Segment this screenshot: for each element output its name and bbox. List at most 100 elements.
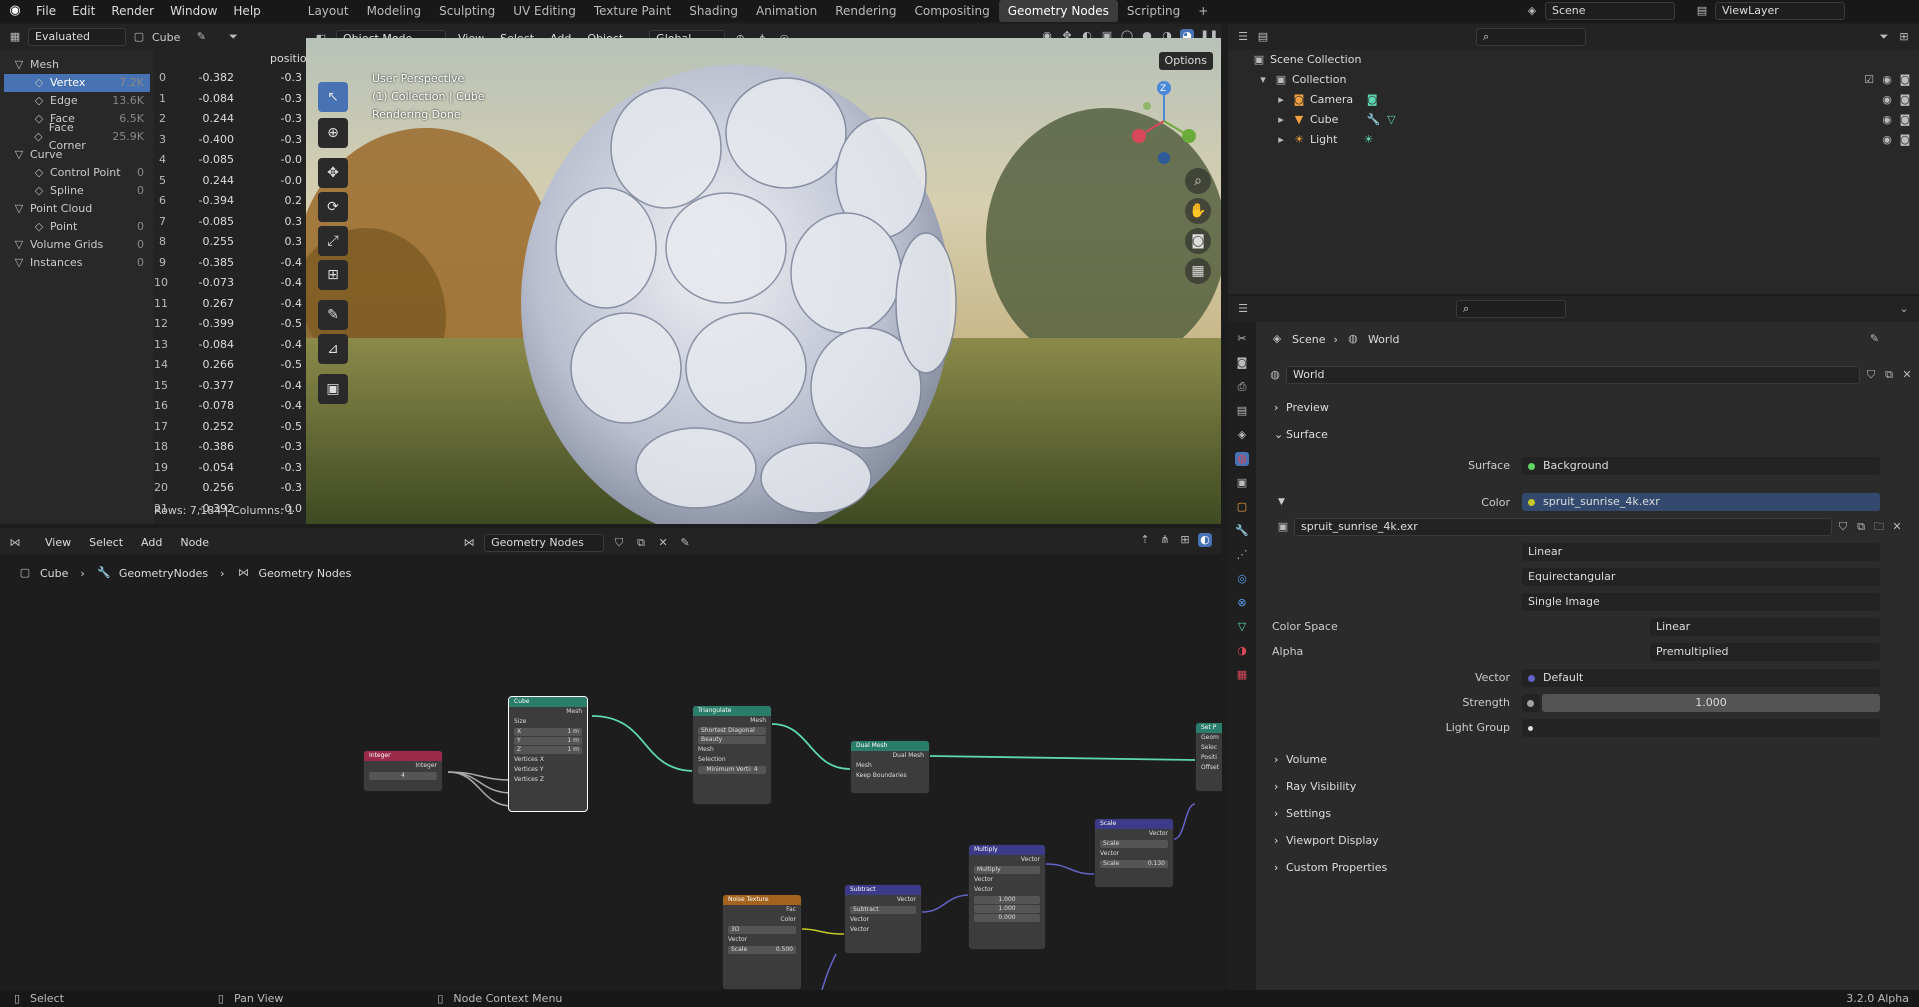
zoom-icon[interactable]: ⌕ <box>1185 168 1211 194</box>
triangulate-node[interactable]: Triangulate Mesh Shortest Diagonal Beaut… <box>692 705 772 805</box>
particles-tab-icon[interactable]: ⋰ <box>1235 548 1249 562</box>
tab-shading[interactable]: Shading <box>680 0 747 22</box>
domain-vertex[interactable]: ◇ Vertex 7.2K <box>4 74 150 92</box>
section-preview[interactable]: › Preview <box>1268 397 1908 419</box>
noise-dimensions-dropdown[interactable]: 3D <box>728 926 796 934</box>
world-name-field[interactable]: World <box>1286 366 1860 384</box>
multiply-x-value[interactable]: 1.000 <box>974 896 1040 904</box>
set-position-node[interactable]: Set P Geom Selec Positi Offset <box>1195 722 1222 792</box>
new-collection-icon[interactable]: ⊞ <box>1897 30 1911 44</box>
cube-size-z[interactable]: Z 1 m <box>514 746 582 754</box>
pin-icon[interactable]: ✎ <box>194 30 208 44</box>
domain-edge[interactable]: ◇ Edge 13.6K <box>4 92 150 110</box>
physics-tab-icon[interactable]: ◎ <box>1235 572 1249 586</box>
render-tab-icon[interactable]: ◙ <box>1235 356 1249 370</box>
expand-arrow-icon[interactable]: ▾ <box>1256 73 1270 87</box>
section-settings[interactable]: › Settings <box>1268 803 1908 825</box>
properties-search-input[interactable]: ⌕ <box>1456 300 1566 318</box>
options-dropdown[interactable]: Options <box>1158 52 1213 70</box>
unlink-icon[interactable]: ✕ <box>1900 368 1914 382</box>
collection-tab-icon[interactable]: ▣ <box>1235 476 1249 490</box>
triangulate-quad-method[interactable]: Shortest Diagonal <box>698 727 766 735</box>
noise-scale-field[interactable]: Scale 0.500 <box>728 946 796 954</box>
domain-face-corner[interactable]: ◇ Face Corner 25.9K <box>4 121 150 152</box>
surface-shader-field[interactable]: Background <box>1522 457 1880 475</box>
duplicate-icon[interactable]: ⧉ <box>634 536 648 550</box>
constraints-tab-icon[interactable]: ⊗ <box>1235 596 1249 610</box>
vector-scale-node[interactable]: Scale Vector Scale Vector Scale 0.130 <box>1094 818 1174 888</box>
camera-render-icon[interactable]: ◙ <box>1898 93 1912 107</box>
menu-render[interactable]: Render <box>103 0 162 22</box>
vector-subtract-node[interactable]: Subtract Vector Subtract Vector Vector <box>844 884 922 954</box>
options-chevron-icon[interactable]: ⌄ <box>1897 302 1911 316</box>
parent-node-icon[interactable]: ⇡ <box>1138 533 1152 547</box>
editor-type-icon[interactable]: ☰ <box>1236 30 1250 44</box>
pin-icon[interactable]: ✎ <box>678 536 692 550</box>
color-texture-field[interactable]: spruit_sunrise_4k.exr <box>1522 493 1880 511</box>
camera-view-icon[interactable]: ◙ <box>1185 228 1211 254</box>
node-tree-icon[interactable]: ⋈ <box>462 536 476 550</box>
tab-uv-editing[interactable]: UV Editing <box>504 0 585 22</box>
vector-input-field[interactable]: Default <box>1522 669 1880 687</box>
vector-multiply-node[interactable]: Multiply Vector Multiply Vector Vector 1… <box>968 844 1046 950</box>
subtract-operation-dropdown[interactable]: Subtract <box>850 906 916 914</box>
view-layer-icon[interactable]: ▤ <box>1695 4 1709 18</box>
measure-tool-icon[interactable]: ⊿ <box>318 334 348 364</box>
tab-animation[interactable]: Animation <box>747 0 826 22</box>
filter-icon[interactable]: ⏷ <box>1877 30 1891 44</box>
scene-field[interactable]: Scene <box>1545 2 1675 20</box>
tab-texture-paint[interactable]: Texture Paint <box>585 0 680 22</box>
node-menu-select[interactable]: Select <box>84 532 128 554</box>
column-header-position[interactable]: positio <box>270 52 306 68</box>
3d-viewport[interactable]: User Perspective (1) Collection | Cube R… <box>306 38 1221 524</box>
add-workspace-icon[interactable]: + <box>1189 0 1217 22</box>
projection-dropdown[interactable]: Equirectangular <box>1522 568 1880 586</box>
tab-sculpting[interactable]: Sculpting <box>430 0 504 22</box>
domain-volume-grids[interactable]: ▽ Volume Grids 0 <box>4 236 150 254</box>
outliner-camera-row[interactable]: ▸ ◙ Camera ◙ ◉ ◙ <box>1252 90 1912 110</box>
snap-icon[interactable]: ⋔ <box>1158 533 1172 547</box>
multiply-y-value[interactable]: 1.000 <box>974 905 1040 913</box>
view-layer-field[interactable]: ViewLayer <box>1715 2 1845 20</box>
unlink-icon[interactable]: ✕ <box>1890 520 1904 534</box>
object-tab-icon[interactable]: ▢ <box>1235 500 1249 514</box>
image-name-field[interactable]: spruit_sunrise_4k.exr <box>1294 518 1832 536</box>
rotate-tool-icon[interactable]: ⟳ <box>318 192 348 222</box>
collection-row[interactable]: ▾ ▣ Collection ☑ ◉ ◙ <box>1252 70 1912 90</box>
cursor-tool-icon[interactable]: ⊕ <box>318 118 348 148</box>
tab-layout[interactable]: Layout <box>299 0 358 22</box>
move-tool-icon[interactable]: ✥ <box>318 158 348 188</box>
multiply-z-value[interactable]: 0.000 <box>974 914 1040 922</box>
select-box-tool-icon[interactable]: ↖ <box>318 82 348 112</box>
editor-type-icon[interactable]: ▦ <box>8 30 22 44</box>
integer-node-value[interactable]: 4 <box>369 772 437 780</box>
cube-size-y[interactable]: Y 1 m <box>514 737 582 745</box>
scene-collection-row[interactable]: ▣ Scene Collection <box>1252 50 1912 70</box>
domain-mesh[interactable]: ▽ Mesh <box>4 56 150 74</box>
color-expand-arrow-icon[interactable]: ▼ <box>1278 497 1285 507</box>
duplicate-icon[interactable]: ⧉ <box>1854 520 1868 534</box>
camera-render-icon[interactable]: ◙ <box>1898 73 1912 87</box>
triangulate-min-vertices[interactable]: Minimum Verti: 4 <box>698 766 766 774</box>
material-tab-icon[interactable]: ◑ <box>1235 644 1249 658</box>
expand-arrow-icon[interactable]: ▸ <box>1274 93 1288 107</box>
tab-compositing[interactable]: Compositing <box>905 0 998 22</box>
light-group-field[interactable] <box>1522 719 1880 737</box>
strength-slider[interactable]: 1.000 <box>1542 694 1880 712</box>
output-tab-icon[interactable]: ⎙ <box>1235 380 1249 394</box>
expand-arrow-icon[interactable]: ▸ <box>1274 113 1288 127</box>
interpolation-dropdown[interactable]: Linear <box>1522 543 1880 561</box>
ortho-grid-icon[interactable]: ▦ <box>1185 258 1211 284</box>
integer-node[interactable]: Integer Integer 4 <box>363 750 443 792</box>
modifier-tab-icon[interactable]: 🔧 <box>1235 524 1249 538</box>
pan-hand-icon[interactable]: ✋ <box>1185 198 1211 224</box>
menu-file[interactable]: File <box>28 0 64 22</box>
image-browse-icon[interactable]: ▣ <box>1276 520 1290 534</box>
view-layer-tab-icon[interactable]: ▤ <box>1235 404 1249 418</box>
dual-mesh-keep-boundaries[interactable]: Keep Boundaries <box>851 771 929 781</box>
scale-operation-dropdown[interactable]: Scale <box>1100 840 1168 848</box>
domain-instances[interactable]: ▽ Instances 0 <box>4 254 150 272</box>
tab-rendering[interactable]: Rendering <box>826 0 905 22</box>
transform-tool-icon[interactable]: ⊞ <box>318 260 348 290</box>
expand-arrow-icon[interactable]: ▸ <box>1274 133 1288 147</box>
